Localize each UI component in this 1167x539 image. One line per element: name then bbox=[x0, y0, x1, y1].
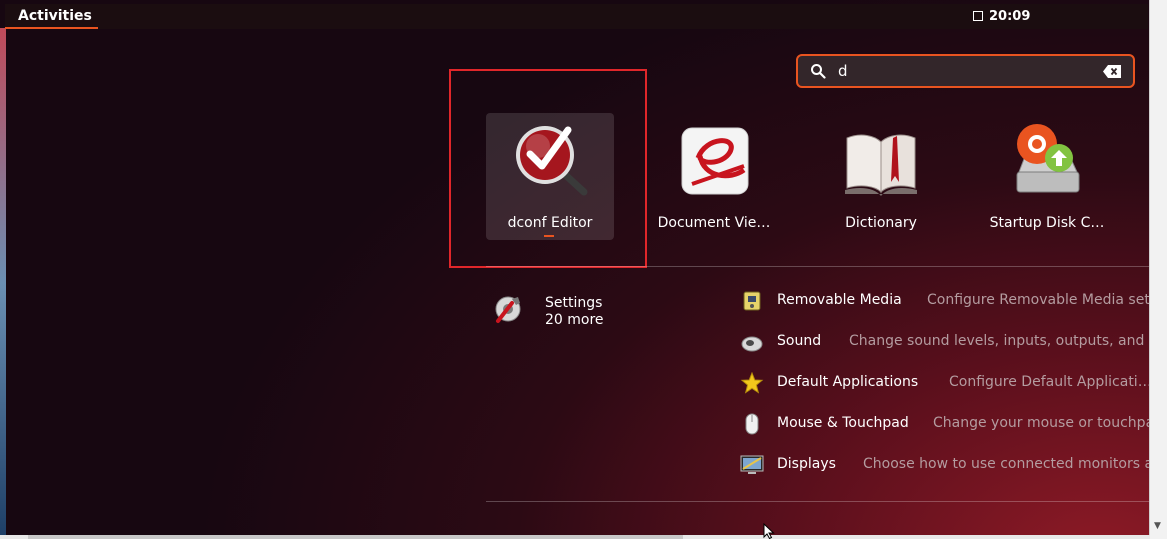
activities-button[interactable]: Activities bbox=[5, 4, 98, 29]
clear-icon[interactable] bbox=[1103, 65, 1121, 78]
document-viewer-icon bbox=[681, 127, 749, 195]
result-name: Mouse & Touchpad bbox=[777, 415, 909, 431]
result-description: Change your mouse or touchpad bbox=[933, 415, 1150, 431]
settings-icon bbox=[495, 296, 521, 323]
separator bbox=[486, 501, 1150, 502]
scrollbar-thumb[interactable] bbox=[28, 535, 683, 539]
result-description: Choose how to use connected monitors and bbox=[863, 456, 1150, 472]
result-sound[interactable]: Sound Change sound levels, inputs, outpu… bbox=[740, 329, 1150, 357]
separator bbox=[486, 266, 1150, 267]
app-document-viewer[interactable]: Document Vie… bbox=[650, 113, 778, 240]
settings-provider-more: 20 more bbox=[545, 312, 604, 328]
dictionary-icon bbox=[845, 134, 917, 196]
result-mouse-touchpad[interactable]: Mouse & Touchpad Change your mouse or to… bbox=[740, 411, 1150, 439]
clock-time: 20:09 bbox=[989, 9, 1031, 24]
vertical-scrollbar[interactable]: ▼ bbox=[1149, 0, 1167, 539]
settings-provider-name: Settings bbox=[545, 295, 603, 311]
clock[interactable]: 20:09 bbox=[973, 4, 1030, 29]
horizontal-scrollbar[interactable] bbox=[0, 535, 1150, 539]
top-bar: Activities 20:09 bbox=[5, 4, 1148, 29]
settings-provider[interactable]: Settings 20 more bbox=[492, 293, 692, 333]
search-icon bbox=[811, 64, 826, 79]
result-name: Removable Media bbox=[777, 292, 902, 308]
app-label: Document Vie… bbox=[657, 215, 771, 231]
startup-disk-creator-icon bbox=[1016, 124, 1080, 193]
result-default-applications[interactable]: Default Applications Configure Default A… bbox=[740, 370, 1150, 398]
app-startup-disk-creator[interactable]: Startup Disk C… bbox=[983, 113, 1111, 240]
mouse-icon bbox=[745, 413, 759, 435]
result-name: Displays bbox=[777, 456, 836, 472]
scroll-down-icon[interactable]: ▼ bbox=[1154, 521, 1161, 531]
app-label: Dictionary bbox=[845, 215, 917, 231]
result-removable-media[interactable]: Removable Media Configure Removable Medi… bbox=[740, 288, 1150, 316]
mouse-pointer-icon bbox=[763, 523, 775, 539]
result-description: Configure Removable Media setti bbox=[927, 292, 1150, 308]
result-description: Change sound levels, inputs, outputs, an… bbox=[849, 333, 1150, 349]
result-displays[interactable]: Displays Choose how to use connected mon… bbox=[740, 452, 1150, 480]
sound-icon bbox=[741, 336, 763, 352]
result-name: Sound bbox=[777, 333, 822, 349]
app-label: Startup Disk C… bbox=[989, 215, 1105, 231]
app-dconf-editor[interactable]: dconf Editor bbox=[486, 113, 614, 240]
wallpaper-edge bbox=[0, 28, 6, 539]
star-icon bbox=[740, 372, 764, 394]
search-box[interactable] bbox=[796, 54, 1135, 88]
result-description: Configure Default Applicati… bbox=[949, 374, 1150, 390]
removable-media-icon bbox=[743, 291, 761, 311]
calendar-icon bbox=[973, 11, 983, 21]
running-indicator bbox=[544, 235, 554, 237]
displays-icon bbox=[740, 455, 764, 474]
app-label: dconf Editor bbox=[507, 215, 593, 231]
dconf-editor-icon bbox=[516, 126, 588, 196]
app-dictionary[interactable]: Dictionary bbox=[817, 113, 945, 240]
search-input[interactable] bbox=[838, 61, 1088, 81]
result-name: Default Applications bbox=[777, 374, 919, 390]
